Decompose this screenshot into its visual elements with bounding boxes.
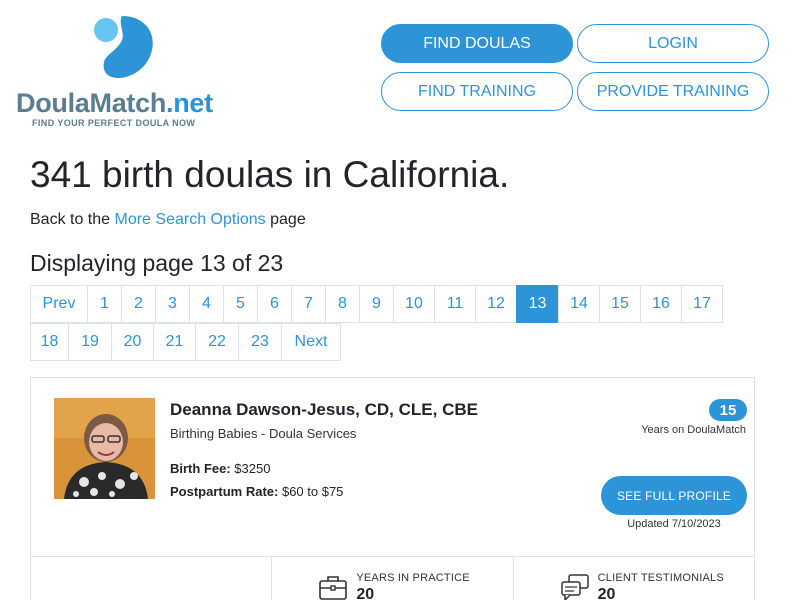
page-title: 341 birth doulas in California. <box>30 154 510 195</box>
page-11-button[interactable]: 11 <box>434 285 476 323</box>
page-16-button[interactable]: 16 <box>640 285 682 323</box>
briefcase-icon <box>319 576 348 600</box>
logo-mark-icon <box>94 16 153 78</box>
stat-years-in-practice: YEARS IN PRACTICE 20 <box>272 557 514 600</box>
page-15-button[interactable]: 15 <box>599 285 641 323</box>
page-3-button[interactable]: 3 <box>155 285 190 323</box>
postpartum-rate: Postpartum Rate: $60 to $75 <box>170 484 344 499</box>
see-full-profile-button[interactable]: SEE FULL PROFILE <box>601 476 747 515</box>
years-on-site-badge: 15 <box>709 399 747 421</box>
stat-value: 20 <box>597 586 616 600</box>
years-on-site-label: Years on DoulaMatch <box>641 424 746 436</box>
stat-value: 20 <box>356 586 375 600</box>
stat-label: YEARS IN PRACTICE <box>356 572 470 584</box>
logo-wordmark: DoulaMatch.net <box>16 88 213 118</box>
page-8-button[interactable]: 8 <box>325 285 360 323</box>
site-logo[interactable]: DoulaMatch.net FIND YOUR PERFECT DOULA N… <box>16 12 226 130</box>
stat-empty <box>31 557 273 600</box>
doula-card: Deanna Dawson-Jesus, CD, CLE, CBE Birthi… <box>30 377 755 600</box>
page-2-button[interactable]: 2 <box>121 285 156 323</box>
find-training-button[interactable]: FIND TRAINING <box>381 72 573 111</box>
page-23-button[interactable]: 23 <box>238 323 282 361</box>
chat-bubbles-icon <box>560 574 589 600</box>
doula-photo[interactable] <box>54 398 155 499</box>
updated-date: Updated 7/10/2023 <box>627 518 721 530</box>
provide-training-button[interactable]: PROVIDE TRAINING <box>577 72 769 111</box>
page-9-button[interactable]: 9 <box>359 285 394 323</box>
page-5-button[interactable]: 5 <box>223 285 258 323</box>
birth-fee: Birth Fee: $3250 <box>170 461 271 476</box>
pagination-row-2: 18 19 20 21 22 23 Next <box>30 323 341 361</box>
page-1-button[interactable]: 1 <box>87 285 122 323</box>
page-21-button[interactable]: 21 <box>153 323 196 361</box>
page-10-button[interactable]: 10 <box>393 285 435 323</box>
page-14-button[interactable]: 14 <box>558 285 600 323</box>
logo-tagline: FIND YOUR PERFECT DOULA NOW <box>32 118 196 128</box>
page-7-button[interactable]: 7 <box>291 285 326 323</box>
pagination-row-1: Prev 1 2 3 4 5 6 7 8 9 10 11 12 13 14 15 16 17 <box>30 285 723 323</box>
doula-name[interactable]: Deanna Dawson-Jesus, CD, CLE, CBE <box>170 400 478 420</box>
page-12-button[interactable]: 12 <box>475 285 517 323</box>
page-4-button[interactable]: 4 <box>189 285 224 323</box>
next-page-button[interactable]: Next <box>281 323 341 361</box>
page-18-button[interactable]: 18 <box>30 323 69 361</box>
page-20-button[interactable]: 20 <box>111 323 154 361</box>
doula-portrait-image <box>54 398 155 499</box>
doula-stats: YEARS IN PRACTICE 20 CLIENT TESTIMONIALS… <box>31 556 754 600</box>
page-6-button[interactable]: 6 <box>257 285 292 323</box>
page-indicator: Displaying page 13 of 23 <box>30 250 284 276</box>
page-19-button[interactable]: 19 <box>68 323 112 361</box>
prev-page-button[interactable]: Prev <box>30 285 88 323</box>
page-17-button[interactable]: 17 <box>681 285 723 323</box>
page-22-button[interactable]: 22 <box>195 323 239 361</box>
page-13-button[interactable]: 13 <box>516 285 559 323</box>
more-search-options-link[interactable]: More Search Options <box>115 211 266 228</box>
find-doulas-button[interactable]: FIND DOULAS <box>381 24 573 63</box>
doula-business: Birthing Babies - Doula Services <box>170 426 357 441</box>
back-to-search-line: Back to the More Search Options page <box>30 211 306 228</box>
login-button[interactable]: LOGIN <box>577 24 769 63</box>
stat-client-testimonials: CLIENT TESTIMONIALS 20 <box>514 557 754 600</box>
stat-label: CLIENT TESTIMONIALS <box>597 572 724 584</box>
